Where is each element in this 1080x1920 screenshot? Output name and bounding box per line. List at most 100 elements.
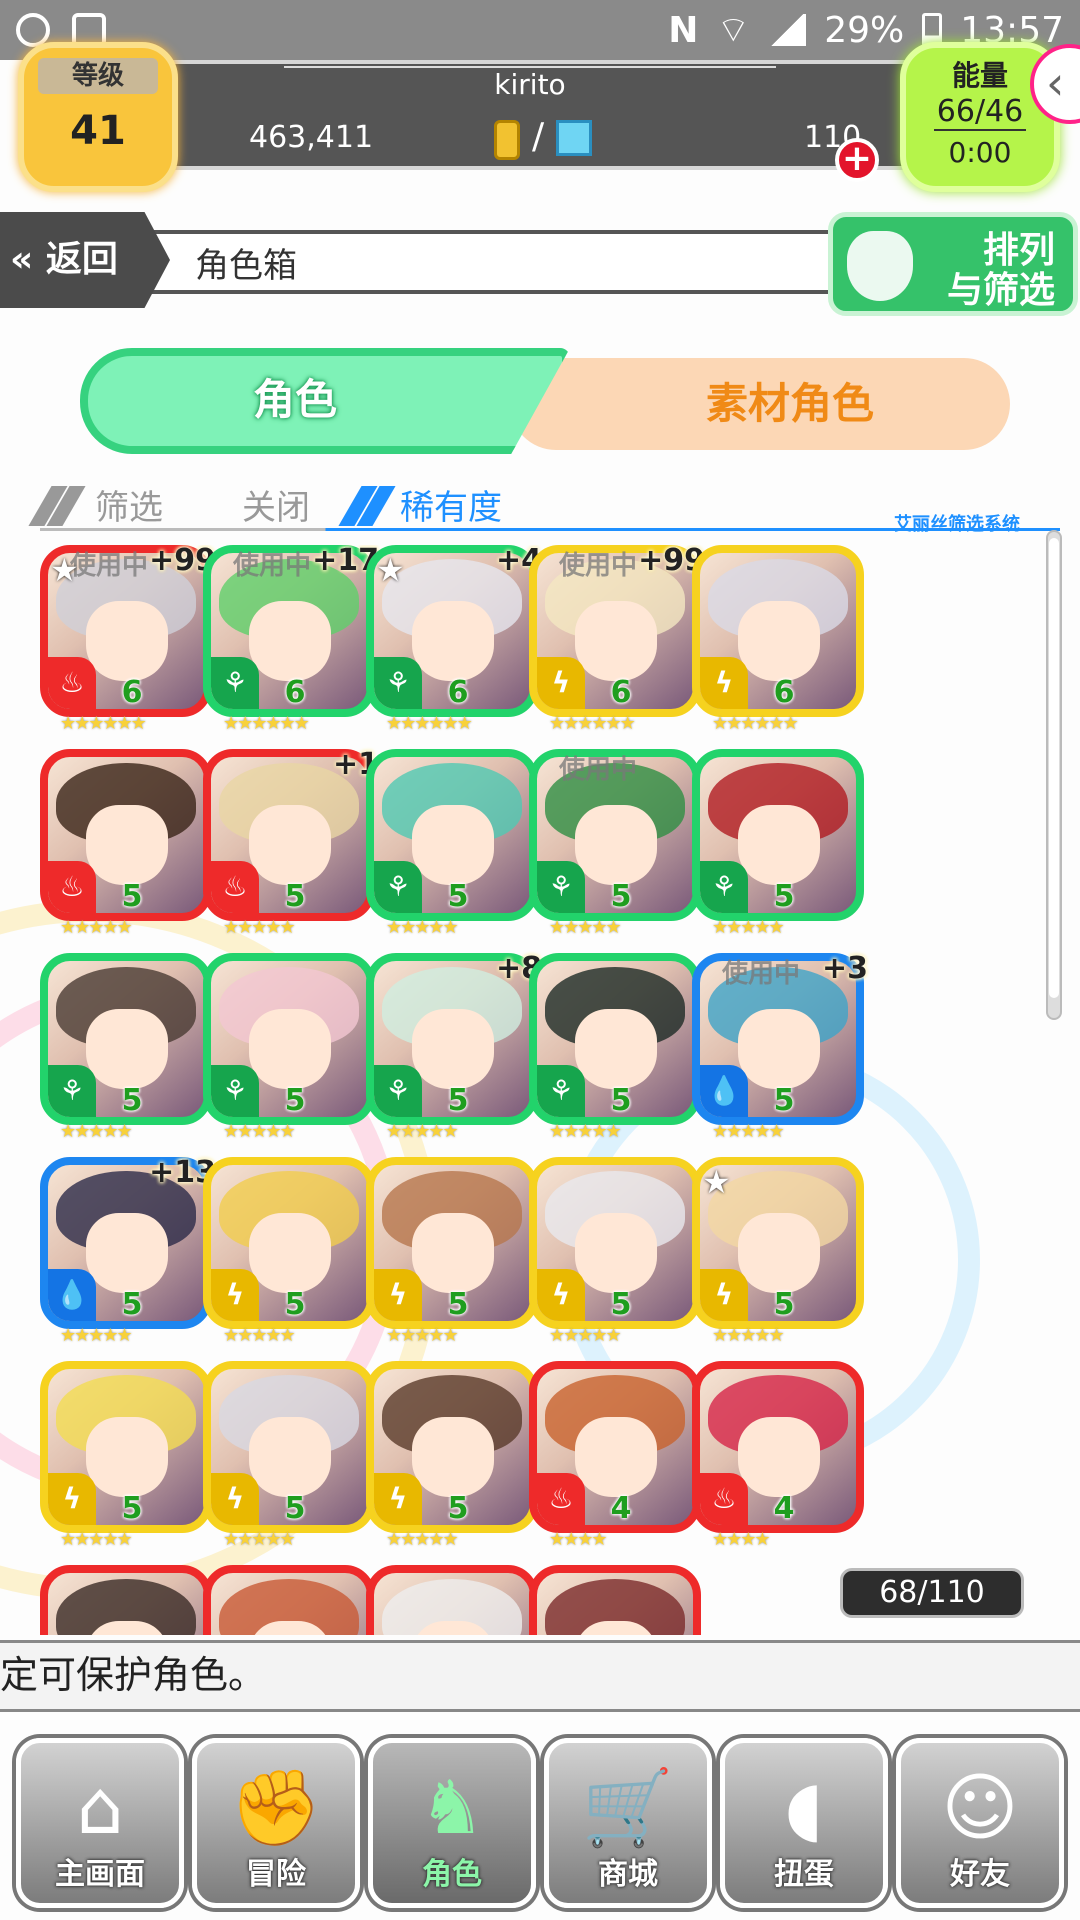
character-card[interactable]: ♨ (40, 1565, 212, 1635)
element-red-icon: ♨ (48, 861, 96, 913)
element-blue-icon: 💧 (48, 1269, 96, 1321)
portrait-face (575, 1009, 657, 1089)
rarity-stars: ★★★★★ (712, 1121, 785, 1142)
page-title: 角色箱 (195, 246, 297, 286)
character-card[interactable]: ⚘ ★ +4 6 ★★★★★★ (366, 545, 542, 734)
character-card[interactable]: ♨ 4 ★★★★ (692, 1361, 864, 1550)
portrait-face (738, 1009, 820, 1089)
energy-value: 66/46 (934, 94, 1026, 131)
character-card[interactable]: ⚘ +8 5 ★★★★★ (366, 951, 542, 1142)
character-card[interactable]: ϟ 5 ★★★★★ (366, 1361, 538, 1550)
rarity-level: 6 (284, 675, 306, 710)
filter-state[interactable]: 关闭 (242, 480, 310, 529)
back-button[interactable]: « 返回 (0, 212, 170, 308)
sort-rarity[interactable]: 稀有度 (400, 480, 502, 529)
character-card[interactable]: ⚘ 5 ★★★★★ (366, 749, 538, 938)
nav-row: « 返回 角色箱 排列 与筛选 (0, 212, 1080, 316)
character-card[interactable]: ♨ +1 5 ★★★★★ (203, 747, 379, 938)
buy-gems-button[interactable]: + (835, 138, 879, 182)
tab-materials[interactable]: 素材角色 (510, 358, 1010, 450)
rarity-stars: ★★★★★ (60, 1121, 133, 1142)
nav-label: 主画面 (55, 1857, 145, 1892)
nav-home-button[interactable]: ⌂ 主画面 (16, 1738, 184, 1908)
element-blue-icon: 💧 (700, 1065, 748, 1117)
friends-icon: ☺ (941, 1765, 1019, 1851)
nav-adventure-button[interactable]: ✊ 冒险 (192, 1738, 360, 1908)
character-card[interactable]: ϟ 5 ★★★★★ (40, 1361, 212, 1550)
portrait-face (738, 1417, 820, 1497)
element-green-icon: ⚘ (374, 657, 422, 709)
nav-gacha-button[interactable]: ◖ 扭蛋 (720, 1738, 888, 1908)
portrait-face (86, 805, 168, 885)
rarity-level: 5 (121, 1083, 143, 1118)
character-card[interactable]: ϟ 5 ★★★★★ (366, 1157, 538, 1346)
character-grid: ♨ 使用中 ★ +99 6 ★★★★★★ ⚘ 使用中 +17 6 ★★★★★★ ⚘ ★ +4 6 ★★★★★★… (40, 545, 1030, 1635)
character-card[interactable]: ⚘ 使用中 +17 6 ★★★★★★ (203, 545, 379, 734)
nav-shop-button[interactable]: 🛒 商城 (544, 1738, 712, 1908)
rarity-level: 5 (284, 1083, 306, 1118)
rarity-level: 6 (121, 675, 143, 710)
character-card[interactable]: ⚘ 使用中 5 ★★★★★ (529, 749, 701, 938)
portrait-face (86, 1009, 168, 1089)
element-red-icon: ♨ (48, 657, 96, 709)
rarity-level: 5 (773, 1287, 795, 1322)
portrait-face (575, 1213, 657, 1293)
character-card[interactable]: ϟ 6 ★★★★★★ (692, 545, 864, 734)
portrait-face (249, 805, 331, 885)
portrait-face (412, 1009, 494, 1089)
portrait-face (412, 1213, 494, 1293)
element-yellow-icon: ϟ (48, 1473, 96, 1525)
character-card[interactable]: ⚘ 5 ★★★★★ (203, 953, 375, 1142)
in-use-label: 使用中 (559, 551, 638, 581)
character-card[interactable]: 💧 +13 5 ★★★★★ (40, 1155, 216, 1346)
element-red-icon: ♨ (211, 861, 259, 913)
tab-characters[interactable]: 角色 (80, 348, 570, 454)
bunny-mascot-icon (847, 231, 913, 301)
nav-friends-button[interactable]: ☺ 好友 (896, 1738, 1064, 1908)
rarity-stars: ★★★★★ (60, 917, 133, 938)
rarity-level: 5 (447, 1083, 469, 1118)
rarity-stars: ★★★★★★ (712, 713, 799, 734)
nav-character-button[interactable]: ♞ 角色 (368, 1738, 536, 1908)
element-red-icon: ♨ (700, 1473, 748, 1525)
portrait-face (738, 805, 820, 885)
element-yellow-icon: ϟ (211, 1269, 259, 1321)
character-card[interactable]: ♨ 5 ★★★★★ (40, 749, 212, 938)
portrait-face (249, 1009, 331, 1089)
character-card[interactable]: ♨ 使用中 ★ +99 6 ★★★★★★ (40, 545, 216, 734)
portrait-face (249, 601, 331, 681)
scrollbar-thumb[interactable] (1049, 538, 1059, 998)
element-yellow-icon: ϟ (374, 1269, 422, 1321)
character-card[interactable]: ϟ 5 ★★★★★ (529, 1157, 701, 1346)
rarity-stars: ★★★★★ (549, 1121, 622, 1142)
character-card[interactable]: ⚘ 5 ★★★★★ (692, 749, 864, 938)
plus-bonus: +3 (821, 951, 868, 986)
character-card[interactable]: ϟ 5 ★★★★★ (203, 1157, 375, 1346)
rarity-stars: ★★★★★ (223, 1325, 296, 1346)
rarity-level: 5 (610, 879, 632, 914)
character-card[interactable]: ♨ (529, 1565, 701, 1635)
element-yellow-icon: ϟ (211, 1473, 259, 1525)
rarity-level: 5 (773, 879, 795, 914)
rarity-level: 6 (447, 675, 469, 710)
portrait-face (575, 601, 657, 681)
character-card[interactable]: ϟ 使用中 +99 6 ★★★★★★ (529, 545, 705, 734)
character-card[interactable]: ϟ ★ 5 ★★★★★ (692, 1157, 864, 1346)
sort-filter-button[interactable]: 排列 与筛选 (828, 212, 1078, 316)
character-card[interactable]: 💧 使用中 +3 5 ★★★★★ (692, 951, 868, 1142)
rarity-stars: ★★★★ (549, 1529, 608, 1550)
character-card[interactable]: ♨ 4 ★★★★ (529, 1361, 701, 1550)
character-card[interactable]: ϟ 5 ★★★★★ (203, 1361, 375, 1550)
character-icon: ♞ (418, 1765, 486, 1851)
portrait-face (575, 1417, 657, 1497)
box-count: 68/110 (840, 1568, 1024, 1618)
filter-toggle-label[interactable]: 筛选 (95, 480, 163, 529)
portrait-face (575, 805, 657, 885)
character-card[interactable]: ⚘ 5 ★★★★★ (529, 953, 701, 1142)
in-use-label: 使用中 (559, 755, 638, 785)
character-card[interactable]: ♨ (203, 1565, 375, 1635)
favorite-star-icon: ★ (376, 551, 405, 589)
resource-bar: kirito 463,411 / 110 (140, 60, 920, 170)
character-card[interactable]: ⚘ 5 ★★★★★ (40, 953, 212, 1142)
character-card[interactable]: ♨ (366, 1565, 538, 1635)
